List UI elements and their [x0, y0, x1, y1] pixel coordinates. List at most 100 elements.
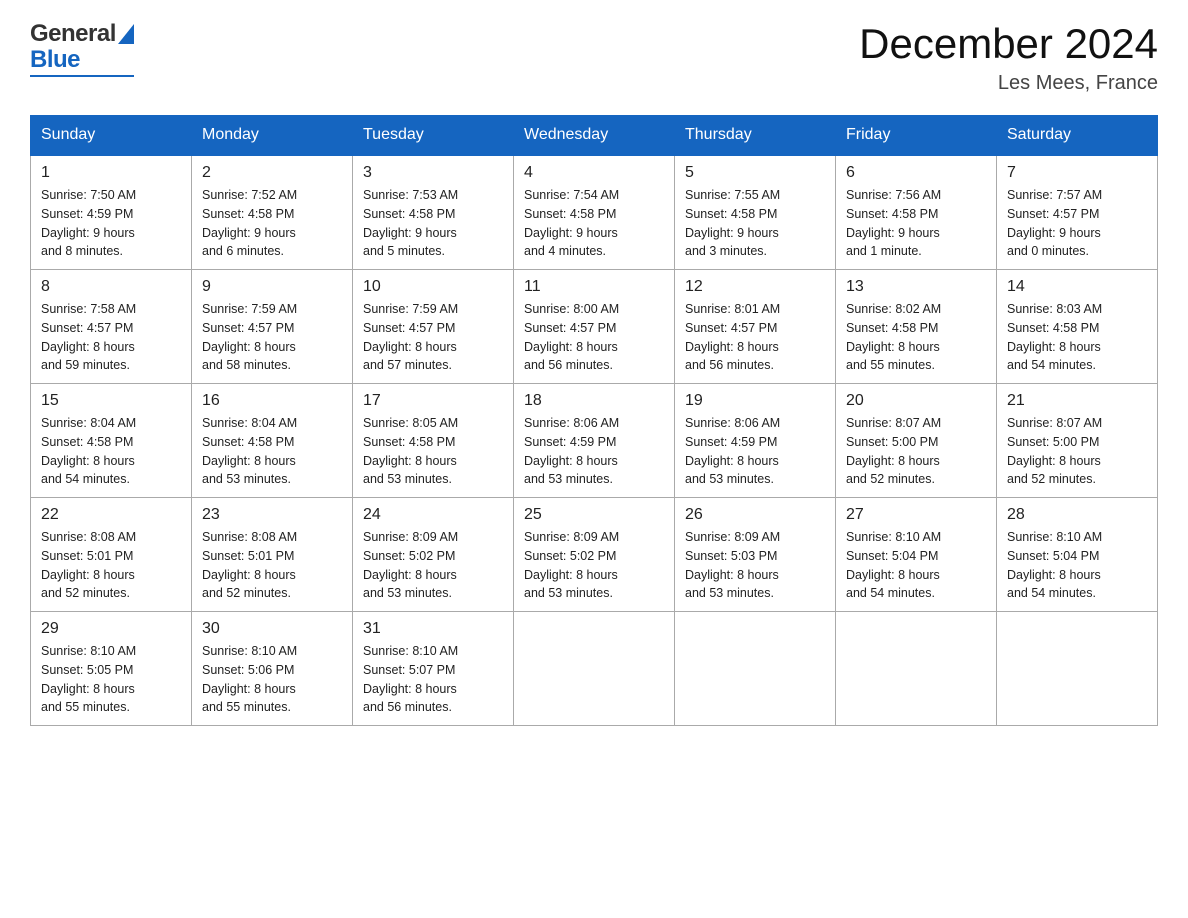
- day-number: 22: [41, 506, 181, 524]
- day-number: 5: [685, 164, 825, 182]
- day-info: Sunrise: 8:10 AM Sunset: 5:05 PM Dayligh…: [41, 644, 136, 714]
- day-info: Sunrise: 7:53 AM Sunset: 4:58 PM Dayligh…: [363, 188, 458, 258]
- col-header-wednesday: Wednesday: [514, 116, 675, 156]
- day-cell: 21Sunrise: 8:07 AM Sunset: 5:00 PM Dayli…: [997, 384, 1158, 498]
- day-info: Sunrise: 7:54 AM Sunset: 4:58 PM Dayligh…: [524, 188, 619, 258]
- day-cell: 6 Sunrise: 7:56 AM Sunset: 4:58 PM Daylig…: [836, 155, 997, 270]
- day-number: 18: [524, 392, 664, 410]
- day-info: Sunrise: 7:52 AM Sunset: 4:58 PM Dayligh…: [202, 188, 297, 258]
- day-cell: 7 Sunrise: 7:57 AM Sunset: 4:57 PM Daylig…: [997, 155, 1158, 270]
- day-info: Sunrise: 7:58 AM Sunset: 4:57 PM Dayligh…: [41, 302, 136, 372]
- page-header: General Blue December 2024 Les Mees, Fra…: [30, 20, 1158, 95]
- day-number: 30: [202, 620, 342, 638]
- day-info: Sunrise: 8:06 AM Sunset: 4:59 PM Dayligh…: [685, 416, 780, 486]
- day-cell: 13 Sunrise: 8:02 AM Sunset: 4:58 PM Dayli…: [836, 270, 997, 384]
- day-info: Sunrise: 7:59 AM Sunset: 4:57 PM Dayligh…: [202, 302, 297, 372]
- day-number: 2: [202, 164, 342, 182]
- day-number: 25: [524, 506, 664, 524]
- month-title: December 2024: [859, 20, 1158, 68]
- day-number: 27: [846, 506, 986, 524]
- day-info: Sunrise: 8:04 AM Sunset: 4:58 PM Dayligh…: [202, 416, 297, 486]
- col-header-friday: Friday: [836, 116, 997, 156]
- day-cell: 17Sunrise: 8:05 AM Sunset: 4:58 PM Dayli…: [353, 384, 514, 498]
- day-cell: [997, 612, 1158, 726]
- logo-arrow-icon: [118, 24, 134, 44]
- day-cell: 15Sunrise: 8:04 AM Sunset: 4:58 PM Dayli…: [31, 384, 192, 498]
- day-number: 13: [846, 278, 986, 296]
- week-row-5: 29 Sunrise: 8:10 AM Sunset: 5:05 PM Dayli…: [31, 612, 1158, 726]
- day-number: 12: [685, 278, 825, 296]
- day-cell: 4 Sunrise: 7:54 AM Sunset: 4:58 PM Daylig…: [514, 155, 675, 270]
- day-cell: 24 Sunrise: 8:09 AM Sunset: 5:02 PM Dayli…: [353, 498, 514, 612]
- col-header-monday: Monday: [192, 116, 353, 156]
- day-cell: 3Sunrise: 7:53 AM Sunset: 4:58 PM Daylig…: [353, 155, 514, 270]
- day-number: 14: [1007, 278, 1147, 296]
- logo-blue-text: Blue: [30, 46, 80, 74]
- day-cell: 12 Sunrise: 8:01 AM Sunset: 4:57 PM Dayli…: [675, 270, 836, 384]
- day-number: 19: [685, 392, 825, 410]
- day-info: Sunrise: 7:50 AM Sunset: 4:59 PM Dayligh…: [41, 188, 136, 258]
- day-cell: 28Sunrise: 8:10 AM Sunset: 5:04 PM Dayli…: [997, 498, 1158, 612]
- day-number: 28: [1007, 506, 1147, 524]
- day-info: Sunrise: 8:07 AM Sunset: 5:00 PM Dayligh…: [846, 416, 941, 486]
- header-row: SundayMondayTuesdayWednesdayThursdayFrid…: [31, 116, 1158, 156]
- week-row-4: 22Sunrise: 8:08 AM Sunset: 5:01 PM Dayli…: [31, 498, 1158, 612]
- day-cell: 2 Sunrise: 7:52 AM Sunset: 4:58 PM Daylig…: [192, 155, 353, 270]
- logo-underline: [30, 75, 134, 77]
- day-info: Sunrise: 8:00 AM Sunset: 4:57 PM Dayligh…: [524, 302, 619, 372]
- day-cell: 25 Sunrise: 8:09 AM Sunset: 5:02 PM Dayli…: [514, 498, 675, 612]
- day-info: Sunrise: 8:05 AM Sunset: 4:58 PM Dayligh…: [363, 416, 458, 486]
- day-number: 8: [41, 278, 181, 296]
- day-number: 4: [524, 164, 664, 182]
- day-cell: 20 Sunrise: 8:07 AM Sunset: 5:00 PM Dayli…: [836, 384, 997, 498]
- day-info: Sunrise: 8:10 AM Sunset: 5:06 PM Dayligh…: [202, 644, 297, 714]
- day-cell: 16 Sunrise: 8:04 AM Sunset: 4:58 PM Dayli…: [192, 384, 353, 498]
- day-number: 6: [846, 164, 986, 182]
- calendar-table: SundayMondayTuesdayWednesdayThursdayFrid…: [30, 115, 1158, 726]
- day-cell: 9 Sunrise: 7:59 AM Sunset: 4:57 PM Daylig…: [192, 270, 353, 384]
- day-number: 9: [202, 278, 342, 296]
- day-cell: [514, 612, 675, 726]
- day-info: Sunrise: 8:10 AM Sunset: 5:07 PM Dayligh…: [363, 644, 458, 714]
- day-info: Sunrise: 7:57 AM Sunset: 4:57 PM Dayligh…: [1007, 188, 1102, 258]
- day-cell: 11 Sunrise: 8:00 AM Sunset: 4:57 PM Dayli…: [514, 270, 675, 384]
- day-info: Sunrise: 7:56 AM Sunset: 4:58 PM Dayligh…: [846, 188, 941, 258]
- day-cell: 5Sunrise: 7:55 AM Sunset: 4:58 PM Daylig…: [675, 155, 836, 270]
- day-number: 31: [363, 620, 503, 638]
- day-cell: 19 Sunrise: 8:06 AM Sunset: 4:59 PM Dayli…: [675, 384, 836, 498]
- week-row-2: 8 Sunrise: 7:58 AM Sunset: 4:57 PM Daylig…: [31, 270, 1158, 384]
- day-cell: 1 Sunrise: 7:50 AM Sunset: 4:59 PM Daylig…: [31, 155, 192, 270]
- day-number: 11: [524, 278, 664, 296]
- col-header-saturday: Saturday: [997, 116, 1158, 156]
- day-number: 24: [363, 506, 503, 524]
- day-info: Sunrise: 8:09 AM Sunset: 5:03 PM Dayligh…: [685, 530, 780, 600]
- day-number: 16: [202, 392, 342, 410]
- day-info: Sunrise: 8:10 AM Sunset: 5:04 PM Dayligh…: [846, 530, 941, 600]
- day-info: Sunrise: 8:06 AM Sunset: 4:59 PM Dayligh…: [524, 416, 619, 486]
- day-cell: 29 Sunrise: 8:10 AM Sunset: 5:05 PM Dayli…: [31, 612, 192, 726]
- day-number: 1: [41, 164, 181, 182]
- day-cell: 30 Sunrise: 8:10 AM Sunset: 5:06 PM Dayli…: [192, 612, 353, 726]
- day-info: Sunrise: 8:09 AM Sunset: 5:02 PM Dayligh…: [363, 530, 458, 600]
- day-cell: 8 Sunrise: 7:58 AM Sunset: 4:57 PM Daylig…: [31, 270, 192, 384]
- day-number: 10: [363, 278, 503, 296]
- day-cell: 14 Sunrise: 8:03 AM Sunset: 4:58 PM Dayli…: [997, 270, 1158, 384]
- day-number: 20: [846, 392, 986, 410]
- week-row-1: 1 Sunrise: 7:50 AM Sunset: 4:59 PM Daylig…: [31, 155, 1158, 270]
- day-cell: 18 Sunrise: 8:06 AM Sunset: 4:59 PM Dayli…: [514, 384, 675, 498]
- day-cell: 31 Sunrise: 8:10 AM Sunset: 5:07 PM Dayli…: [353, 612, 514, 726]
- day-info: Sunrise: 8:01 AM Sunset: 4:57 PM Dayligh…: [685, 302, 780, 372]
- col-header-tuesday: Tuesday: [353, 116, 514, 156]
- day-info: Sunrise: 7:59 AM Sunset: 4:57 PM Dayligh…: [363, 302, 458, 372]
- day-info: Sunrise: 8:09 AM Sunset: 5:02 PM Dayligh…: [524, 530, 619, 600]
- day-info: Sunrise: 8:02 AM Sunset: 4:58 PM Dayligh…: [846, 302, 941, 372]
- col-header-sunday: Sunday: [31, 116, 192, 156]
- day-number: 29: [41, 620, 181, 638]
- day-cell: 22Sunrise: 8:08 AM Sunset: 5:01 PM Dayli…: [31, 498, 192, 612]
- logo-general-text: General: [30, 20, 116, 48]
- day-number: 7: [1007, 164, 1147, 182]
- day-info: Sunrise: 8:04 AM Sunset: 4:58 PM Dayligh…: [41, 416, 136, 486]
- day-info: Sunrise: 8:03 AM Sunset: 4:58 PM Dayligh…: [1007, 302, 1102, 372]
- day-cell: 26Sunrise: 8:09 AM Sunset: 5:03 PM Dayli…: [675, 498, 836, 612]
- title-section: December 2024 Les Mees, France: [859, 20, 1158, 95]
